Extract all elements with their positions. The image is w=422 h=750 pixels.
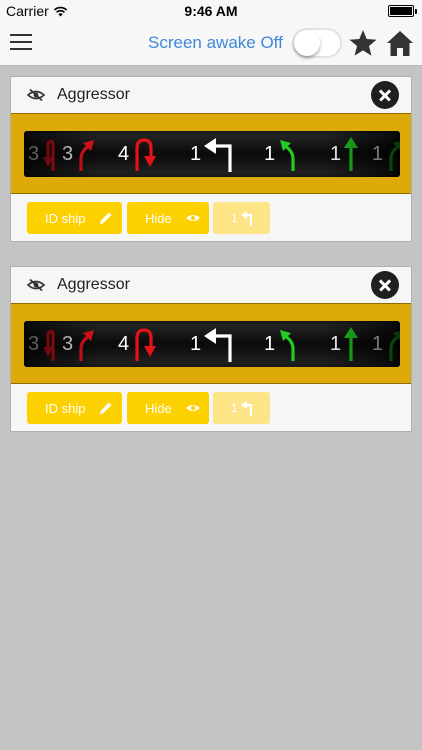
koiogran-left-arrow-icon — [42, 327, 58, 361]
hide-button[interactable]: Hide — [127, 202, 209, 234]
ship-name: Aggressor — [57, 86, 130, 103]
maneuver-speed: 1 — [190, 142, 202, 165]
turn-left-icon — [241, 211, 253, 226]
maneuver-speed: 3 — [62, 142, 74, 165]
maneuver-speed: 1 — [330, 142, 342, 165]
maneuver-speed: 4 — [118, 332, 130, 355]
status-bar: Carrier 9:46 AM — [0, 0, 422, 22]
maneuver-koiogran-left[interactable]: 3 — [28, 131, 58, 177]
id-ship-button[interactable]: ID ship — [27, 202, 122, 234]
hide-label: Hide — [145, 401, 172, 416]
maneuver-bank-right[interactable]: 1 — [372, 321, 400, 367]
maneuver-turn-left[interactable]: 1 — [190, 321, 238, 367]
eye-icon — [186, 405, 200, 411]
card-header: Aggressor — [11, 267, 411, 303]
bank-right-arrow-icon — [76, 137, 96, 171]
card-actions: ID ship Hide 1 — [11, 194, 411, 241]
home-icon[interactable] — [386, 28, 414, 58]
maneuver-dial[interactable]: 33 4 1 1 1 1 — [24, 131, 400, 177]
clock: 9:46 AM — [184, 3, 238, 19]
maneuver-bank-right[interactable]: 1 — [372, 131, 400, 177]
screen-awake-label: Screen awake Off — [148, 33, 283, 52]
maneuver-speed: 3 — [28, 332, 40, 355]
turn-filter-button[interactable]: 1 — [213, 392, 270, 424]
turn-value: 1 — [231, 401, 238, 415]
card-actions: ID ship Hide 1 — [11, 384, 411, 431]
u-turn-arrow-icon — [132, 327, 157, 361]
id-ship-label: ID ship — [45, 401, 86, 416]
maneuver-dial[interactable]: 33 4 1 1 1 1 — [24, 321, 400, 367]
turn-left-icon — [241, 401, 253, 416]
bank-left-arrow-icon — [278, 327, 298, 361]
turn-left-arrow-icon — [204, 136, 238, 172]
maneuver-speed: 1 — [372, 332, 384, 355]
maneuver-bank-right[interactable]: 3 — [62, 131, 96, 177]
maneuver-bank-left[interactable]: 1 — [264, 321, 298, 367]
turn-value: 1 — [231, 211, 238, 225]
star-icon[interactable] — [348, 28, 378, 58]
battery-icon — [388, 5, 417, 17]
maneuver-turn-left[interactable]: 1 — [190, 131, 238, 177]
maneuver-band: 33 4 1 1 1 1 — [11, 303, 411, 384]
card-header: Aggressor — [11, 77, 411, 113]
maneuver-speed: 3 — [28, 142, 40, 165]
u-turn-arrow-icon — [132, 137, 157, 171]
bank-right-arrow-icon — [76, 327, 96, 361]
menu-icon[interactable] — [10, 34, 32, 52]
eye-icon — [186, 215, 200, 221]
maneuver-speed: 1 — [372, 142, 384, 165]
maneuver-straight[interactable]: 1 — [330, 321, 359, 367]
maneuver-bank-left[interactable]: 1 — [264, 131, 298, 177]
eye-off-icon — [27, 88, 45, 102]
maneuver-straight[interactable]: 1 — [330, 131, 359, 177]
close-button[interactable] — [371, 81, 399, 109]
ship-card: Aggressor 33 4 1 1 1 1 ID ship Hide 1 — [10, 266, 412, 432]
maneuver-u-turn[interactable]: 4 — [118, 321, 157, 367]
maneuver-band: 33 4 1 1 1 1 — [11, 113, 411, 194]
hide-button[interactable]: Hide — [127, 392, 209, 424]
straight-arrow-icon — [344, 137, 359, 171]
straight-arrow-icon — [344, 327, 359, 361]
id-ship-label: ID ship — [45, 211, 86, 226]
ship-name: Aggressor — [57, 276, 130, 293]
maneuver-koiogran-left[interactable]: 3 — [28, 321, 58, 367]
maneuver-u-turn[interactable]: 4 — [118, 131, 157, 177]
bank-right-arrow-icon — [386, 327, 400, 361]
screen-awake-toggle[interactable] — [292, 28, 342, 58]
ship-card: Aggressor 33 4 1 1 1 1 ID ship Hide 1 — [10, 76, 412, 242]
id-ship-button[interactable]: ID ship — [27, 392, 122, 424]
toggle-knob — [294, 30, 320, 56]
koiogran-left-arrow-icon — [42, 137, 58, 171]
maneuver-speed: 3 — [62, 332, 74, 355]
maneuver-speed: 4 — [118, 142, 130, 165]
pencil-icon — [100, 212, 112, 224]
maneuver-speed: 1 — [190, 332, 202, 355]
hide-label: Hide — [145, 211, 172, 226]
maneuver-bank-right[interactable]: 3 — [62, 321, 96, 367]
turn-left-arrow-icon — [204, 326, 238, 362]
turn-filter-button[interactable]: 1 — [213, 202, 270, 234]
bank-left-arrow-icon — [278, 137, 298, 171]
close-button[interactable] — [371, 271, 399, 299]
pencil-icon — [100, 402, 112, 414]
maneuver-speed: 1 — [264, 142, 276, 165]
eye-off-icon — [27, 278, 45, 292]
maneuver-speed: 1 — [330, 332, 342, 355]
navigation-bar: Screen awake Off — [0, 22, 422, 66]
maneuver-speed: 1 — [264, 332, 276, 355]
bank-right-arrow-icon — [386, 137, 400, 171]
